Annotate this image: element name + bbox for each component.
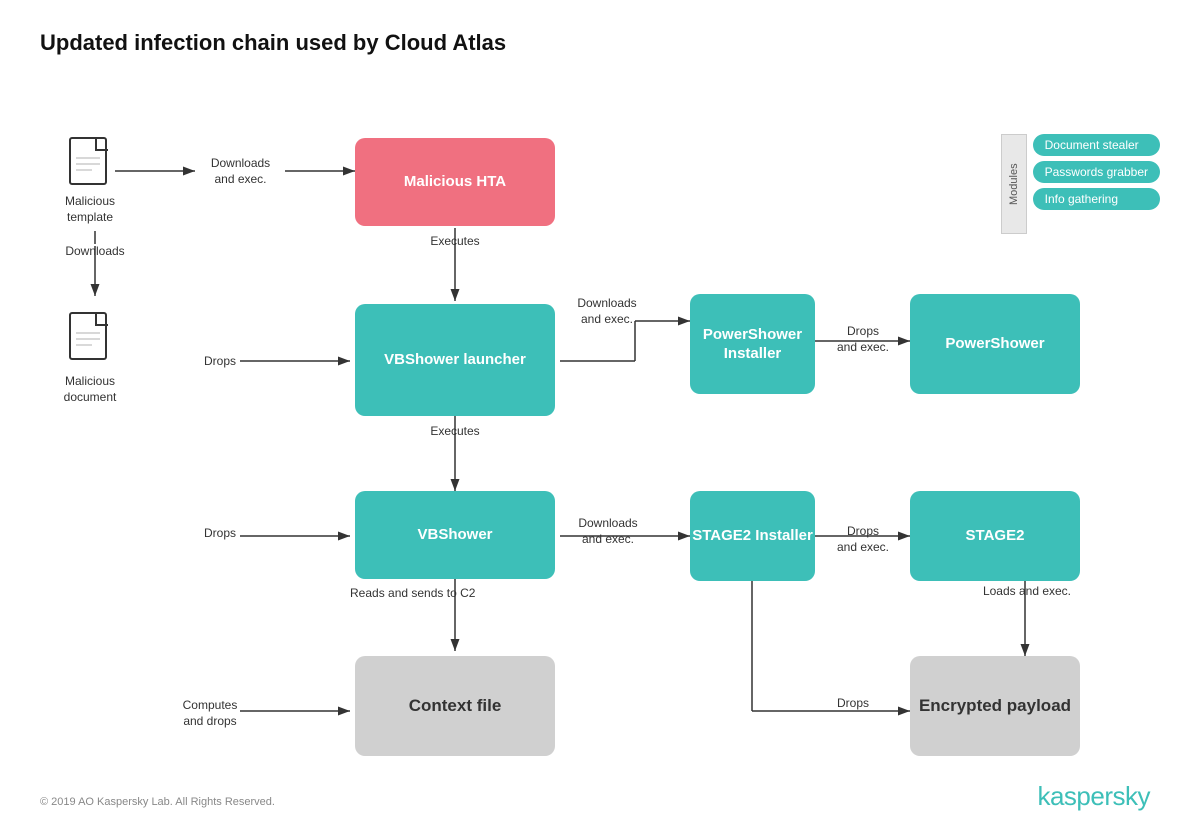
executes-2-label: Executes <box>420 424 490 440</box>
malicious-document-label: Malicious document <box>55 374 125 405</box>
module-passwords-grabber: Passwords grabber <box>1033 161 1160 183</box>
drops-3-label: Drops <box>828 696 878 712</box>
downloads-exec-label-3: Downloadsand exec. <box>563 516 653 547</box>
computes-drops-label: Computesand drops <box>170 698 250 729</box>
loads-exec-label: Loads and exec. <box>982 584 1072 600</box>
drops-exec-1-label: Dropsand exec. <box>818 324 908 355</box>
vbshower-box: VBShower <box>355 491 555 579</box>
downloads-exec-label-1: Downloadsand exec. <box>198 156 283 187</box>
drops-1-label: Drops <box>200 354 240 370</box>
drops-2-label: Drops <box>200 526 240 542</box>
downloads-exec-label-2: Downloadsand exec. <box>562 296 652 327</box>
encrypted-payload-box: Encrypted payload <box>910 656 1080 756</box>
downloads-label: Downloads <box>60 244 130 260</box>
module-document-stealer: Document stealer <box>1033 134 1160 156</box>
malicious-hta-box: Malicious HTA <box>355 138 555 226</box>
module-info-gathering: Info gathering <box>1033 188 1160 210</box>
stage2-box: STAGE2 <box>910 491 1080 581</box>
malicious-template-doc <box>68 136 118 196</box>
footer: © 2019 AO Kaspersky Lab. All Rights Rese… <box>40 796 275 808</box>
modules-list: Document stealer Passwords grabber Info … <box>1033 134 1160 210</box>
drops-exec-2-label: Dropsand exec. <box>818 524 908 555</box>
executes-1-label: Executes <box>420 234 490 250</box>
malicious-document-doc <box>68 311 118 371</box>
context-file-box: Context file <box>355 656 555 756</box>
page-title: Updated infection chain used by Cloud At… <box>40 30 1160 56</box>
kaspersky-logo: kaspersky <box>1037 781 1150 812</box>
diagram: Malicious template Downloads Malicious d… <box>40 76 1160 796</box>
reads-sends-label: Reads and sends to C2 <box>350 586 560 602</box>
malicious-template-label: Malicious template <box>55 194 125 225</box>
modules-section: Modules Document stealer Passwords grabb… <box>1001 134 1160 234</box>
page: Updated infection chain used by Cloud At… <box>0 0 1200 826</box>
modules-label: Modules <box>1001 134 1027 234</box>
vbshower-launcher-box: VBShower launcher <box>355 304 555 416</box>
stage2-installer-box: STAGE2 Installer <box>690 491 815 581</box>
powershower-installer-box: PowerShower Installer <box>690 294 815 394</box>
powershower-box: PowerShower <box>910 294 1080 394</box>
